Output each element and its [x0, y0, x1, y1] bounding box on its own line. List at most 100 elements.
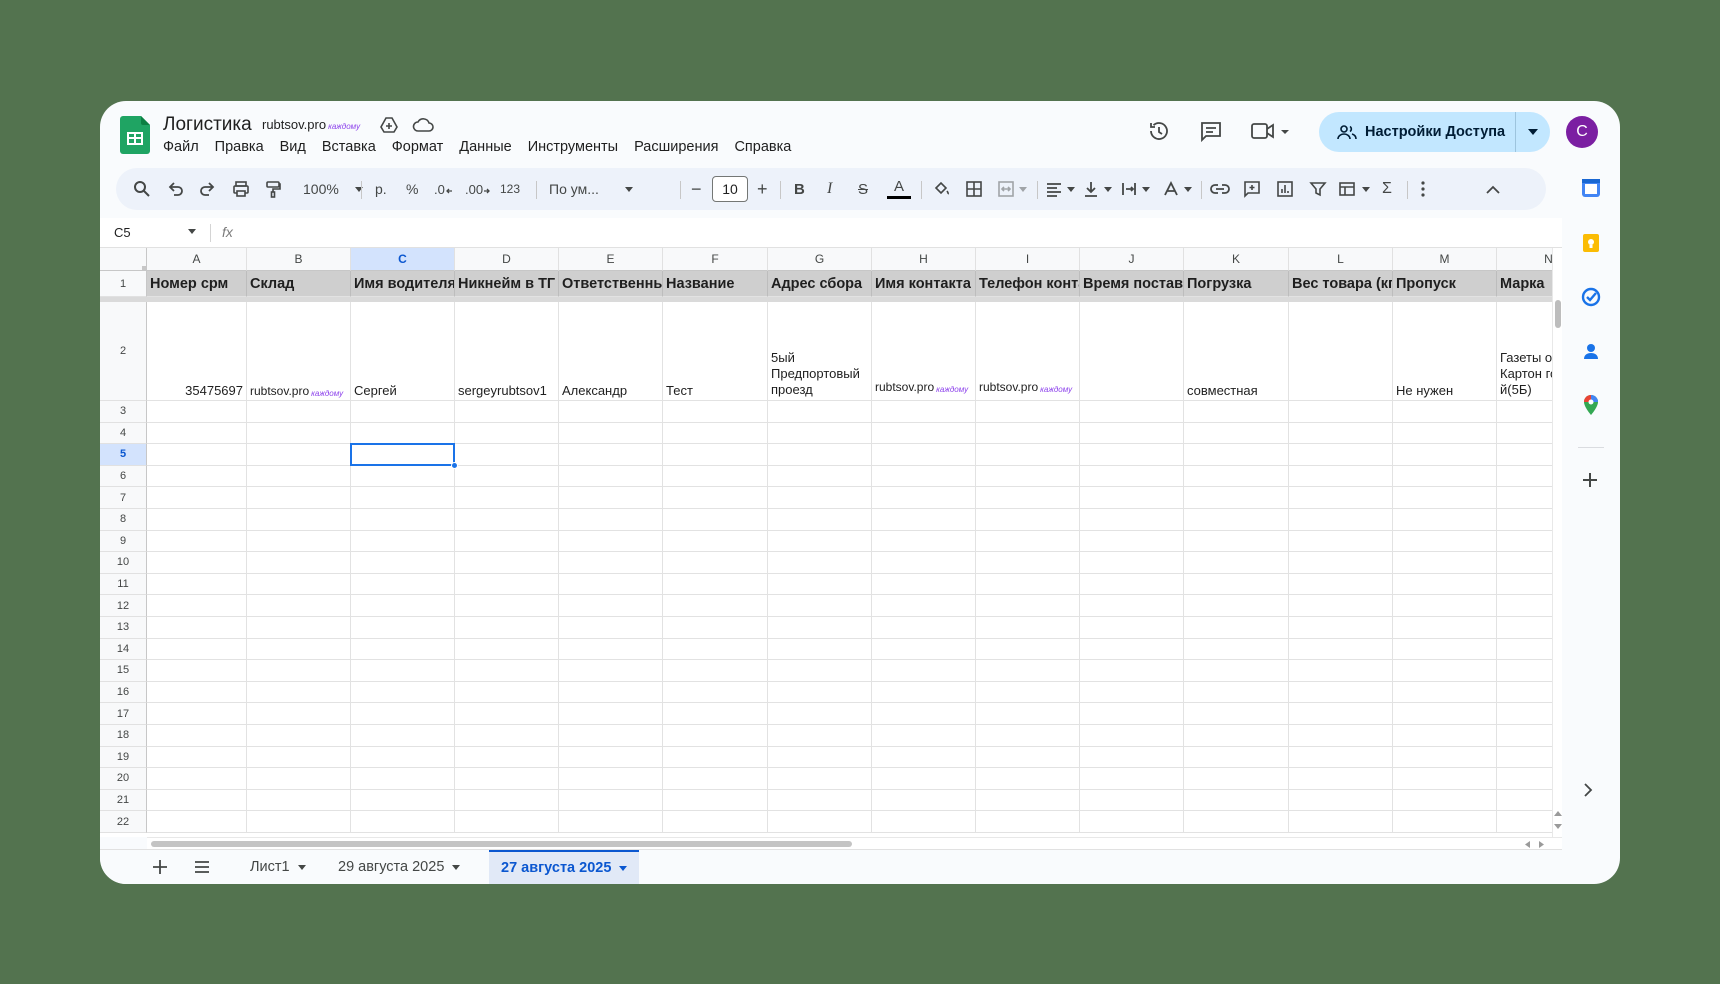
- cell-h14[interactable]: [872, 638, 976, 661]
- cell-f7[interactable]: [663, 487, 768, 509]
- row-header-5[interactable]: 5: [100, 444, 147, 466]
- cell-j13[interactable]: [1080, 617, 1184, 639]
- vertical-align-icon[interactable]: [1082, 168, 1112, 210]
- cell-i20[interactable]: [976, 768, 1080, 790]
- cell-k22[interactable]: [1184, 811, 1289, 833]
- selected-cell-outline[interactable]: [350, 443, 455, 466]
- cell-j17[interactable]: [1080, 703, 1184, 725]
- cell-e11[interactable]: [559, 573, 663, 596]
- cell-h12[interactable]: [872, 595, 976, 617]
- cell-b16[interactable]: [247, 681, 351, 704]
- cell-l7[interactable]: [1289, 487, 1393, 509]
- cell-g15[interactable]: [768, 660, 872, 682]
- row-header-12[interactable]: 12: [100, 595, 147, 617]
- row-header-8[interactable]: 8: [100, 509, 147, 531]
- cell-g21[interactable]: [768, 789, 872, 812]
- cell-l16[interactable]: [1289, 681, 1393, 704]
- cell-a20[interactable]: [147, 768, 247, 790]
- horizontal-scroll-thumb[interactable]: [151, 841, 852, 847]
- font-size-input[interactable]: 10: [712, 176, 748, 202]
- comments-icon[interactable]: [1199, 119, 1223, 143]
- cell-l15[interactable]: [1289, 660, 1393, 682]
- cell-m11[interactable]: [1393, 573, 1497, 596]
- cell-j5[interactable]: [1080, 444, 1184, 466]
- cell-d12[interactable]: [455, 595, 559, 617]
- menu-extensions[interactable]: Расширения: [634, 139, 718, 155]
- cell-i13[interactable]: [976, 617, 1080, 639]
- font-size-decrease-button[interactable]: −: [691, 168, 702, 210]
- cell-a13[interactable]: [147, 617, 247, 639]
- cell-d14[interactable]: [455, 638, 559, 661]
- cell-e16[interactable]: [559, 681, 663, 704]
- row-header-19[interactable]: 19: [100, 746, 147, 769]
- undo-icon[interactable]: [166, 168, 184, 210]
- row-header-7[interactable]: 7: [100, 487, 147, 509]
- redo-icon[interactable]: [199, 168, 217, 210]
- cell-g12[interactable]: [768, 595, 872, 617]
- cell-c13[interactable]: [351, 617, 455, 639]
- cell-e7[interactable]: [559, 487, 663, 509]
- row-header-13[interactable]: 13: [100, 617, 147, 639]
- cell-h4[interactable]: [872, 422, 976, 445]
- cell-i18[interactable]: [976, 725, 1080, 747]
- all-sheets-icon[interactable]: [194, 860, 210, 874]
- cell-h21[interactable]: [872, 789, 976, 812]
- cell-b2[interactable]: rubtsov.pro каждому: [247, 302, 351, 401]
- cell-m17[interactable]: [1393, 703, 1497, 725]
- cell-m18[interactable]: [1393, 725, 1497, 747]
- row-header-17[interactable]: 17: [100, 703, 147, 725]
- cell-c11[interactable]: [351, 573, 455, 596]
- cell-d11[interactable]: [455, 573, 559, 596]
- cell-a8[interactable]: [147, 509, 247, 531]
- cell-l2[interactable]: [1289, 302, 1393, 401]
- cell-a11[interactable]: [147, 573, 247, 596]
- cell-i19[interactable]: [976, 746, 1080, 769]
- cell-j11[interactable]: [1080, 573, 1184, 596]
- column-header-f[interactable]: F: [663, 248, 768, 271]
- cell-i14[interactable]: [976, 638, 1080, 661]
- cell-m6[interactable]: [1393, 465, 1497, 488]
- row-header-6[interactable]: 6: [100, 465, 147, 488]
- cell-m8[interactable]: [1393, 509, 1497, 531]
- cell-g8[interactable]: [768, 509, 872, 531]
- select-all-corner[interactable]: [100, 248, 147, 271]
- cell-m15[interactable]: [1393, 660, 1497, 682]
- row-header-11[interactable]: 11: [100, 573, 147, 596]
- cloud-status-icon[interactable]: [412, 117, 434, 133]
- cell-j12[interactable]: [1080, 595, 1184, 617]
- cell-f14[interactable]: [663, 638, 768, 661]
- menu-edit[interactable]: Правка: [215, 139, 264, 155]
- cell-c7[interactable]: [351, 487, 455, 509]
- cell-k4[interactable]: [1184, 422, 1289, 445]
- cell-c22[interactable]: [351, 811, 455, 833]
- cell-c3[interactable]: [351, 401, 455, 423]
- cell-c10[interactable]: [351, 552, 455, 574]
- cell-k8[interactable]: [1184, 509, 1289, 531]
- insert-chart-icon[interactable]: [1276, 168, 1294, 210]
- cell-i22[interactable]: [976, 811, 1080, 833]
- cell-i7[interactable]: [976, 487, 1080, 509]
- cell-m5[interactable]: [1393, 444, 1497, 466]
- cell-k13[interactable]: [1184, 617, 1289, 639]
- font-select[interactable]: По ум...: [549, 168, 633, 210]
- cell-j1[interactable]: Время поставки: [1080, 271, 1184, 297]
- cell-l10[interactable]: [1289, 552, 1393, 574]
- cell-m14[interactable]: [1393, 638, 1497, 661]
- row-header-16[interactable]: 16: [100, 681, 147, 704]
- cell-f8[interactable]: [663, 509, 768, 531]
- cell-d1[interactable]: Никнейм в ТГ: [455, 271, 559, 297]
- row-header-21[interactable]: 21: [100, 789, 147, 812]
- currency-format-button[interactable]: р.: [375, 168, 387, 210]
- cell-a5[interactable]: [147, 444, 247, 466]
- cell-k16[interactable]: [1184, 681, 1289, 704]
- cell-m10[interactable]: [1393, 552, 1497, 574]
- cell-f17[interactable]: [663, 703, 768, 725]
- cell-l12[interactable]: [1289, 595, 1393, 617]
- cell-g20[interactable]: [768, 768, 872, 790]
- cell-m4[interactable]: [1393, 422, 1497, 445]
- cell-c17[interactable]: [351, 703, 455, 725]
- cell-l14[interactable]: [1289, 638, 1393, 661]
- cell-i16[interactable]: [976, 681, 1080, 704]
- column-header-i[interactable]: I: [976, 248, 1080, 271]
- avatar[interactable]: C: [1566, 116, 1598, 148]
